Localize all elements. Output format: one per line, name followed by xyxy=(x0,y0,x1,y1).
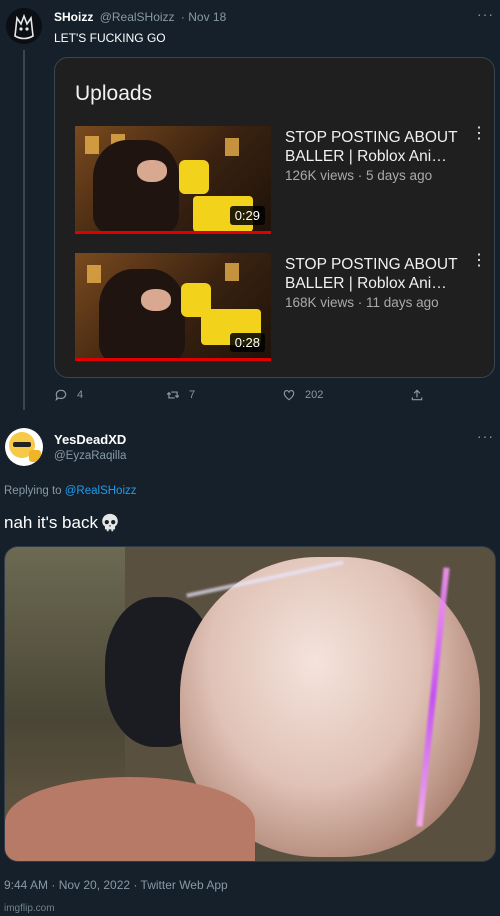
like-button[interactable]: 202 xyxy=(282,388,323,402)
display-name[interactable]: SHoizz xyxy=(54,10,93,24)
reply-count: 4 xyxy=(77,389,84,401)
uploads-title: Uploads xyxy=(75,82,153,105)
video-thumbnail[interactable]: 0:28 xyxy=(75,253,271,361)
thumbnail-window xyxy=(87,265,101,283)
youtube-uploads-screenshot[interactable]: Uploads 0:29 STOP POSTING ABOUT BALLER |… xyxy=(54,57,495,378)
thumbnail-noob-head xyxy=(179,160,209,194)
thread-line xyxy=(23,50,25,410)
video-item[interactable]: 0:29 STOP POSTING ABOUT BALLER | Roblox … xyxy=(75,126,494,238)
video-thumbnail[interactable]: 0:29 xyxy=(75,126,271,234)
video-meta: 168K views · 11 days ago xyxy=(285,295,439,310)
tweet-header: SHoizz @RealSHoizz · Nov 18 xyxy=(54,10,226,24)
more-vertical-icon[interactable]: ⋮ xyxy=(471,253,487,269)
mention-link[interactable]: @RealSHoizz xyxy=(65,485,137,497)
video-duration: 0:29 xyxy=(229,206,265,225)
skull-emoji-icon xyxy=(102,513,118,532)
original-tweet[interactable]: SHoizz @RealSHoizz · Nov 18 ··· LET'S FU… xyxy=(0,0,500,420)
display-name[interactable]: YesDeadXD xyxy=(54,432,126,447)
video-duration: 0:28 xyxy=(229,333,265,352)
like-count: 202 xyxy=(305,389,324,401)
handle[interactable]: @RealSHoizz xyxy=(100,10,175,24)
video-title[interactable]: STOP POSTING ABOUT BALLER | Roblox Ani… xyxy=(285,255,473,293)
hand-icon xyxy=(29,450,41,462)
video-meta: 126K views · 5 days ago xyxy=(285,168,433,183)
thumbnail-character xyxy=(99,269,185,358)
retweet-icon xyxy=(166,391,180,399)
tweet-text-row: nah it's back xyxy=(4,512,121,534)
wolf-avatar-icon xyxy=(6,8,42,44)
reply-icon xyxy=(55,389,67,402)
tweet-text: nah it's back xyxy=(4,513,98,532)
avatar[interactable] xyxy=(6,8,42,44)
thumbnail-window xyxy=(225,138,239,156)
video-title[interactable]: STOP POSTING ABOUT BALLER | Roblox Ani… xyxy=(285,128,473,166)
more-horizontal-icon[interactable]: ··· xyxy=(477,6,494,22)
thumbnail-window xyxy=(225,263,239,281)
thumbnail-character xyxy=(93,140,179,231)
tweet-date[interactable]: · Nov 18 xyxy=(181,10,226,24)
retweet-button[interactable]: 7 xyxy=(166,388,195,402)
thumbnail-window xyxy=(85,136,99,154)
reply-button[interactable]: 4 xyxy=(54,388,83,402)
reply-tweet[interactable]: YesDeadXD @EyzaRaqilla ··· Replying to @… xyxy=(0,420,500,916)
share-icon xyxy=(411,389,423,401)
share-button[interactable] xyxy=(410,388,424,402)
avatar[interactable] xyxy=(5,428,43,466)
watermark: imgflip.com xyxy=(4,903,55,914)
tweet-text: LET'S FUCKING GO xyxy=(54,31,166,45)
sunglasses-icon xyxy=(13,442,31,447)
tweet-actions: 4 7 202 xyxy=(54,388,434,408)
retweet-count: 7 xyxy=(189,389,196,401)
more-horizontal-icon[interactable]: ··· xyxy=(477,428,494,444)
handle[interactable]: @EyzaRaqilla xyxy=(54,450,126,462)
video-item[interactable]: 0:28 STOP POSTING ABOUT BALLER | Roblox … xyxy=(75,253,494,365)
attached-photo[interactable] xyxy=(4,546,496,862)
replying-prefix: Replying to xyxy=(4,485,62,497)
thumbnail-character-face xyxy=(137,160,167,182)
photo-shoulder xyxy=(5,777,255,861)
tweet-timestamp[interactable]: 9:44 AM · Nov 20, 2022 · Twitter Web App xyxy=(4,878,228,892)
more-vertical-icon[interactable]: ⋮ xyxy=(471,126,487,142)
heart-icon xyxy=(283,390,295,401)
thumbnail-character-face xyxy=(141,289,171,311)
replying-to: Replying to @RealSHoizz xyxy=(4,485,137,497)
